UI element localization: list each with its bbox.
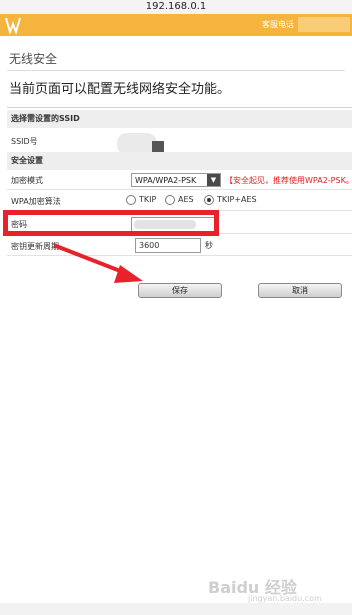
annotation-arrow-icon xyxy=(54,244,143,283)
watermark-url: jingyan.baidu.com xyxy=(248,594,322,603)
save-button[interactable]: 保存 xyxy=(138,283,222,298)
cancel-button[interactable]: 取消 xyxy=(258,283,342,298)
bottom-bar xyxy=(0,603,352,615)
